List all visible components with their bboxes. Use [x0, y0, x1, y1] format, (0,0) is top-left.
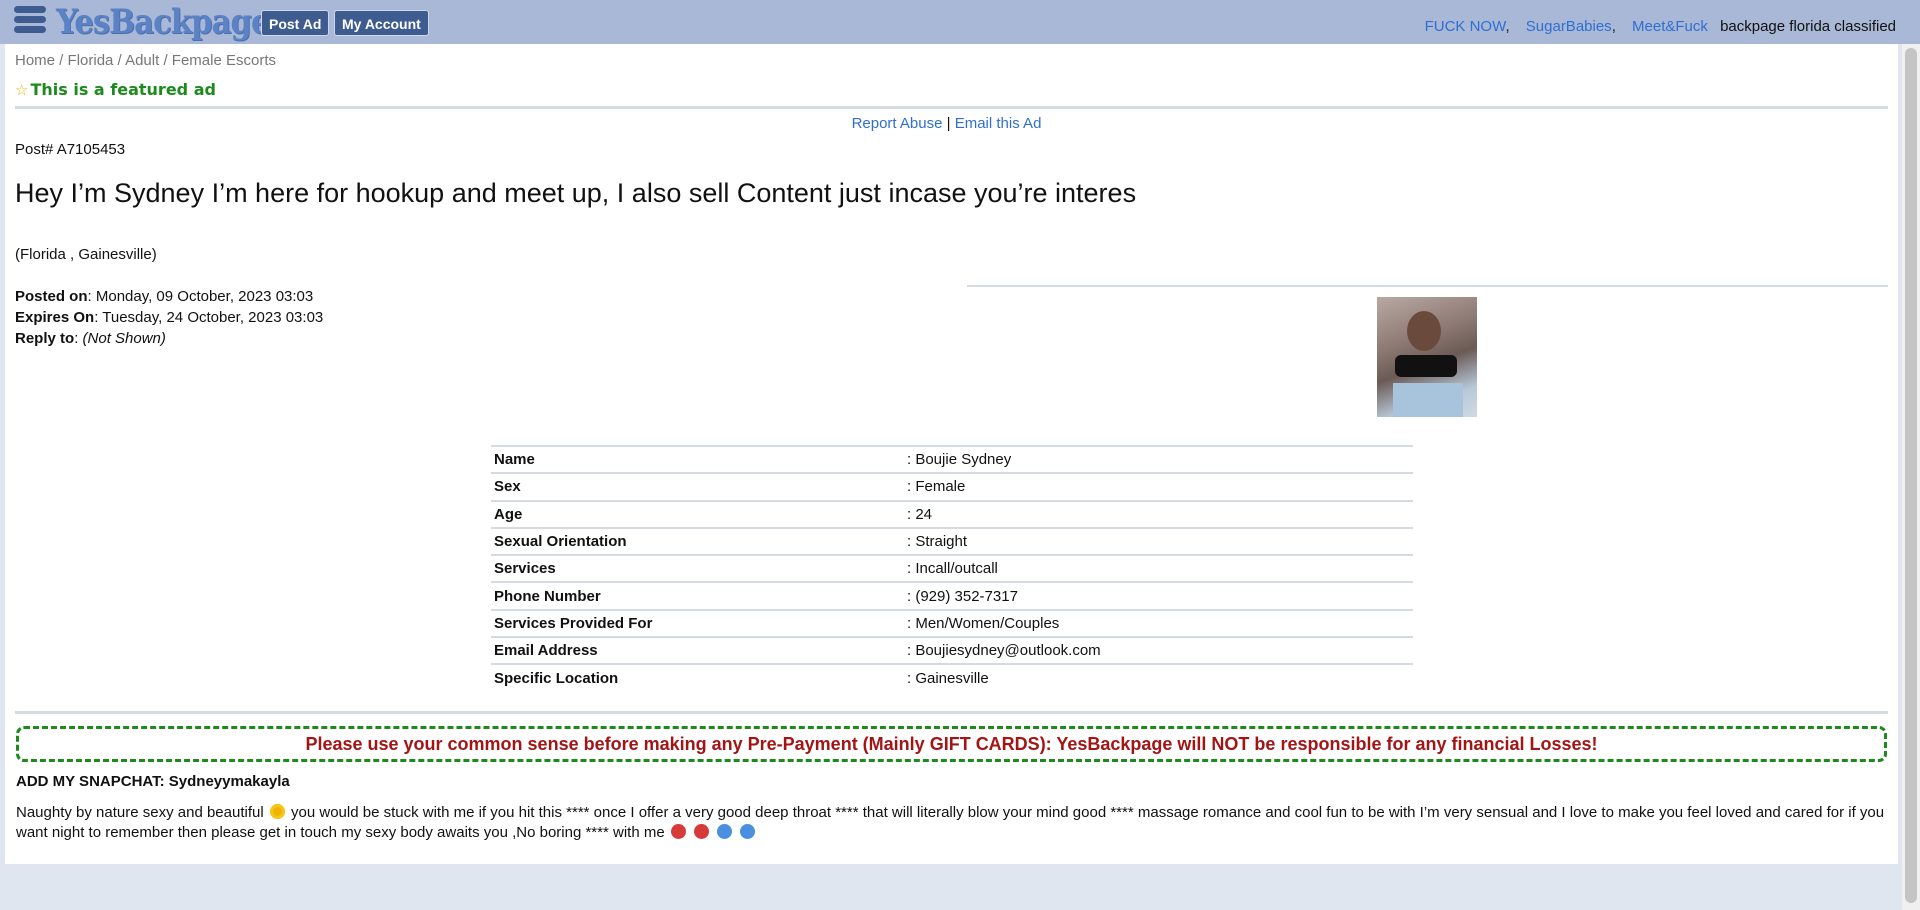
- detail-label: Services Provided For: [491, 608, 904, 638]
- detail-row: Name: Boujie Sydney: [491, 444, 1413, 474]
- top-navigation-bar: YesBackpage Post Ad My Account FUCK NOW,…: [0, 0, 1920, 44]
- payment-warning-banner: Please use your common sense before maki…: [16, 726, 1887, 762]
- report-abuse-link[interactable]: Report Abuse: [852, 115, 943, 132]
- posted-on-label: Posted on: [15, 288, 88, 305]
- detail-row: Services Provided For: Men/Women/Couples: [491, 608, 1413, 638]
- ad-meta: Posted on: Monday, 09 October, 2023 03:0…: [15, 288, 324, 347]
- ad-description: Naughty by nature sexy and beautiful you…: [16, 803, 1886, 843]
- ad-location: (Florida , Gainesville): [15, 246, 157, 263]
- divider: [15, 711, 1888, 714]
- breadcrumb-adult[interactable]: Adult: [125, 52, 159, 69]
- featured-ad-notice: ☆ This is a featured ad: [15, 80, 216, 99]
- detail-value: : (929) 352-7317: [904, 581, 1413, 610]
- detail-value: : Gainesville: [904, 663, 1413, 692]
- expires-on-label: Expires On: [15, 309, 95, 326]
- detail-value: : 24: [904, 499, 1413, 528]
- hamburger-menu-icon[interactable]: [14, 6, 46, 38]
- ad-details-table: Name: Boujie Sydney Sex: Female Age: 24 Sex…: [491, 444, 1413, 692]
- detail-row: Phone Number: (929) 352-7317: [491, 581, 1413, 610]
- detail-row: Sex: Female: [491, 472, 1413, 501]
- detail-row: Sexual Orientation: Straight: [491, 526, 1413, 556]
- detail-label: Name: [491, 444, 904, 474]
- reply-to-value: (Not Shown): [82, 330, 166, 347]
- detail-value: : Female: [904, 472, 1413, 501]
- my-account-button[interactable]: My Account: [334, 10, 429, 36]
- detail-row: Email Address: Boujiesydney@outlook.com: [491, 636, 1413, 665]
- top-link-sugarbabies[interactable]: SugarBabies: [1526, 18, 1612, 35]
- top-links: FUCK NOW, SugarBabies, Meet&Fuck backpag…: [1424, 18, 1896, 35]
- email-ad-link[interactable]: Email this Ad: [955, 115, 1042, 132]
- vertical-scrollbar[interactable]: [1902, 44, 1920, 910]
- heart-eyes-emoji-icon: [269, 804, 285, 819]
- ad-actions: Report Abuse | Email this Ad: [851, 115, 1042, 132]
- description-part-1: Naughty by nature sexy and beautiful: [16, 804, 264, 821]
- blue-face-emoji-icon: [740, 824, 756, 839]
- star-icon: ☆: [15, 81, 29, 99]
- post-number: Post# A7105453: [15, 141, 126, 158]
- posted-on-value: : Monday, 09 October, 2023 03:03: [87, 288, 314, 305]
- detail-row: Specific Location: Gainesville: [491, 663, 1413, 692]
- detail-label: Sexual Orientation: [491, 526, 904, 556]
- detail-label: Services: [491, 554, 904, 583]
- red-face-emoji-icon: [670, 824, 686, 839]
- blue-face-emoji-icon: [717, 824, 733, 839]
- detail-label: Sex: [491, 472, 904, 501]
- site-logo[interactable]: YesBackpage: [56, 1, 270, 43]
- divider: [15, 106, 1888, 109]
- detail-value: : Straight: [904, 526, 1413, 556]
- detail-row: Age: 24: [491, 499, 1413, 528]
- snapchat-line: ADD MY SNAPCHAT: Sydneyymakayla: [16, 773, 290, 790]
- top-link-meet-fuck[interactable]: Meet&Fuck: [1632, 18, 1708, 35]
- detail-value: : Incall/outcall: [904, 554, 1413, 583]
- detail-value: : Men/Women/Couples: [904, 608, 1413, 638]
- divider: [967, 285, 1888, 287]
- scrollbar-thumb[interactable]: [1905, 48, 1917, 903]
- detail-row: Services: Incall/outcall: [491, 554, 1413, 583]
- expires-on-value: : Tuesday, 24 October, 2023 03:03: [94, 309, 324, 326]
- detail-label: Phone Number: [491, 581, 904, 610]
- breadcrumb: Home / Florida / Adult / Female Escorts: [15, 52, 276, 69]
- detail-value: : Boujiesydney@outlook.com: [904, 636, 1413, 665]
- breadcrumb-female-escorts[interactable]: Female Escorts: [172, 52, 276, 69]
- post-ad-button[interactable]: Post Ad: [261, 10, 330, 36]
- detail-value: : Boujie Sydney: [904, 444, 1413, 474]
- red-face-emoji-icon: [694, 824, 710, 839]
- detail-label: Age: [491, 499, 904, 528]
- reply-to-label: Reply to: [15, 330, 75, 347]
- breadcrumb-home[interactable]: Home: [15, 52, 55, 69]
- top-link-fuck-now[interactable]: FUCK NOW: [1425, 18, 1506, 35]
- ad-title: Hey I’m Sydney I’m here for hookup and m…: [15, 178, 1137, 208]
- description-part-2: you would be stuck with me if you hit th…: [16, 804, 1885, 841]
- site-tagline: backpage florida classified: [1720, 18, 1896, 35]
- featured-label: This is a featured ad: [30, 80, 216, 99]
- detail-label: Email Address: [491, 636, 904, 665]
- breadcrumb-florida[interactable]: Florida: [68, 52, 114, 69]
- ad-photo[interactable]: [1377, 297, 1477, 417]
- detail-label: Specific Location: [491, 663, 904, 692]
